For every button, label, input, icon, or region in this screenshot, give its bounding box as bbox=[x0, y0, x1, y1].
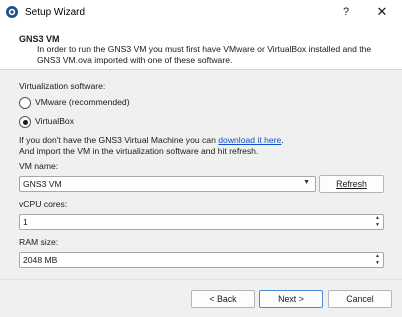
cancel-button-label: Cancel bbox=[346, 294, 374, 304]
vcpu-spinbox[interactable]: 1 ▲ ▼ bbox=[19, 214, 384, 230]
title-bar: Setup Wizard ? ✕ bbox=[0, 0, 402, 26]
vm-name-label: VM name: bbox=[19, 161, 59, 171]
window-title: Setup Wizard bbox=[25, 7, 86, 18]
info-period: . bbox=[281, 135, 284, 145]
page-subtitle: In order to run the GNS3 VM you must fir… bbox=[37, 44, 372, 65]
wizard-header: GNS3 VM In order to run the GNS3 VM you … bbox=[0, 26, 402, 70]
spin-down-icon[interactable]: ▼ bbox=[372, 222, 383, 229]
spin-down-icon[interactable]: ▼ bbox=[372, 260, 383, 267]
help-button[interactable]: ? bbox=[336, 3, 356, 21]
refresh-button-label: Refresh bbox=[336, 179, 367, 189]
radio-button-icon[interactable] bbox=[19, 97, 31, 109]
radio-virtualbox-label[interactable]: VirtualBox bbox=[35, 116, 74, 126]
chevron-down-icon: ▼ bbox=[303, 179, 310, 186]
back-button-label: < Back bbox=[209, 294, 237, 304]
refresh-button[interactable]: Refresh bbox=[319, 175, 384, 193]
footer-divider bbox=[0, 279, 402, 280]
close-icon[interactable]: ✕ bbox=[372, 3, 392, 21]
vcpu-label: vCPU cores: bbox=[19, 199, 68, 209]
cancel-button[interactable]: Cancel bbox=[328, 290, 392, 308]
ram-label: RAM size: bbox=[19, 237, 59, 247]
vcpu-spin-controls[interactable]: ▲ ▼ bbox=[372, 215, 383, 229]
ram-spin-controls[interactable]: ▲ ▼ bbox=[372, 253, 383, 267]
radio-vmware-label[interactable]: VMware (recommended) bbox=[35, 97, 130, 107]
vm-name-value: GNS3 VM bbox=[23, 179, 62, 189]
radio-button-checked-icon[interactable] bbox=[19, 116, 31, 128]
page-title: GNS3 VM bbox=[19, 34, 60, 44]
gns3-app-icon bbox=[6, 6, 18, 18]
download-info: If you don't have the GNS3 Virtual Machi… bbox=[19, 135, 284, 157]
next-button[interactable]: Next > bbox=[259, 290, 323, 308]
ram-value: 2048 MB bbox=[23, 255, 58, 265]
download-link[interactable]: download it here bbox=[218, 135, 281, 145]
back-button[interactable]: < Back bbox=[191, 290, 255, 308]
vcpu-value: 1 bbox=[23, 217, 28, 227]
info-text-line2: And import the VM in the virtualization … bbox=[19, 146, 259, 156]
spin-up-icon[interactable]: ▲ bbox=[372, 215, 383, 222]
vm-name-dropdown[interactable]: GNS3 VM ▼ bbox=[19, 176, 316, 192]
spin-up-icon[interactable]: ▲ bbox=[372, 253, 383, 260]
virtualization-label: Virtualization software: bbox=[19, 81, 106, 91]
next-button-label: Next > bbox=[278, 294, 304, 304]
info-text: If you don't have the GNS3 Virtual Machi… bbox=[19, 135, 219, 145]
ram-spinbox[interactable]: 2048 MB ▲ ▼ bbox=[19, 252, 384, 268]
